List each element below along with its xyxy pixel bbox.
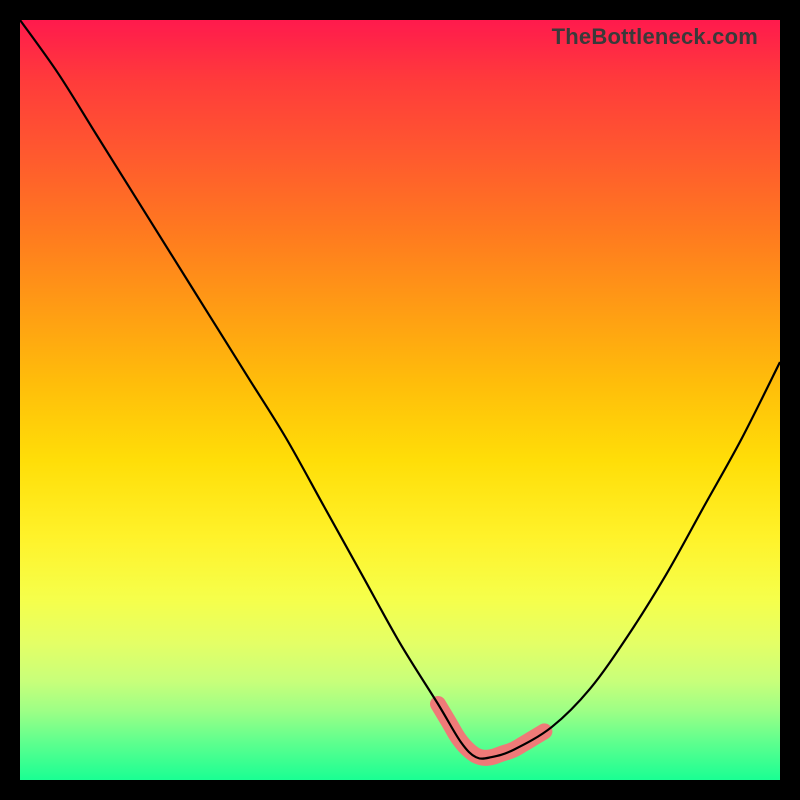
- chart-frame: TheBottleneck.com: [0, 0, 800, 800]
- chart-svg: [20, 20, 780, 780]
- bottleneck-curve-line: [20, 20, 780, 759]
- chart-plot-area: TheBottleneck.com: [20, 20, 780, 780]
